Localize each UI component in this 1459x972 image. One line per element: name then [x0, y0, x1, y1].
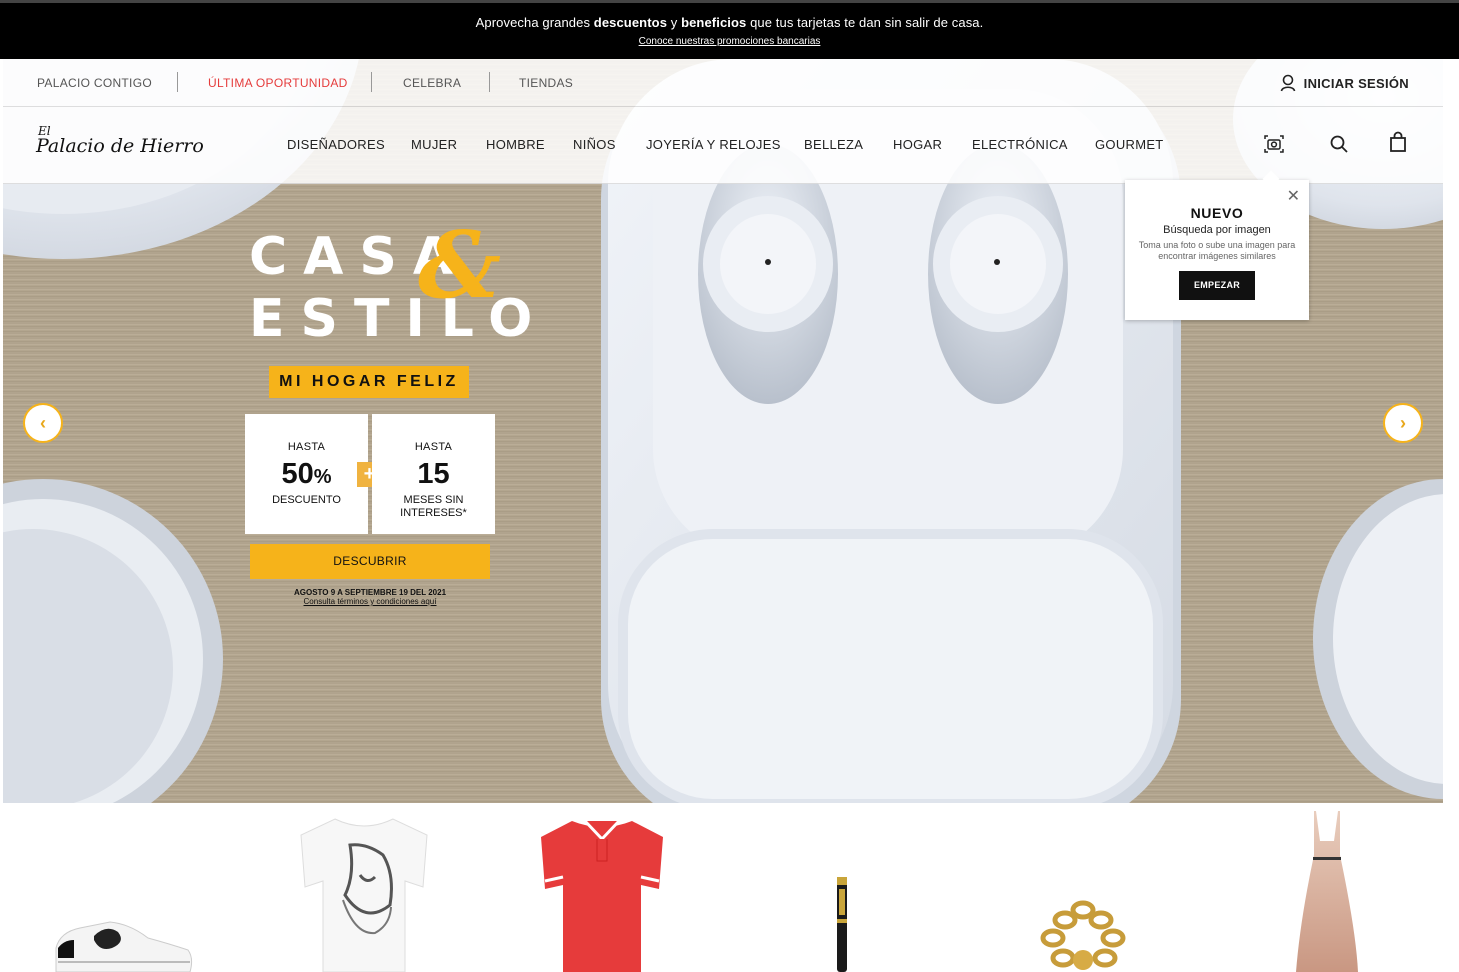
nav-hogar[interactable]: HOGAR	[893, 137, 942, 152]
popup-title: NUEVO	[1190, 205, 1244, 221]
nav-belleza[interactable]: BELLEZA	[804, 137, 863, 152]
popup-subtitle: Búsqueda por imagen	[1163, 224, 1271, 236]
camera-search-icon[interactable]	[1263, 133, 1285, 155]
product-strip	[0, 803, 1459, 972]
image-search-popup: ✕ NUEVO Búsqueda por imagen Toma una fot…	[1125, 180, 1309, 320]
product-fountain-pen[interactable]	[832, 873, 852, 972]
close-icon[interactable]: ✕	[1287, 186, 1300, 206]
popup-description: Toma una foto o sube una imagen para enc…	[1138, 240, 1296, 261]
offer-discount-label: HASTA	[287, 441, 326, 453]
util-link-celebra[interactable]: CELEBRA	[403, 76, 461, 90]
product-slip-dress[interactable]	[1296, 811, 1358, 972]
nav-electronica[interactable]: ELECTRÓNICA	[972, 137, 1068, 152]
login-button[interactable]: INICIAR SESIÓN	[1280, 74, 1409, 92]
product-sneaker[interactable]	[50, 918, 195, 972]
product-gold-chain-bracelet[interactable]	[1033, 898, 1133, 972]
start-image-search-button[interactable]: EMPEZAR	[1179, 271, 1255, 300]
utility-nav: PALACIO CONTIGO ÚLTIMA OPORTUNIDAD CELEB…	[3, 59, 1443, 107]
nav-disenadores[interactable]: DISEÑADORES	[287, 137, 385, 152]
nav-hombre[interactable]: HOMBRE	[486, 137, 545, 152]
offer-msi-caption: MESES SIN INTERESES*	[400, 494, 467, 519]
user-icon	[1280, 74, 1295, 92]
nav-mujer[interactable]: MUJER	[411, 137, 457, 152]
promo-text: Aprovecha grandes descuentos y beneficio…	[475, 15, 984, 30]
brand-logo[interactable]: El Palacio de Hierro	[36, 125, 204, 156]
product-printed-tshirt[interactable]	[295, 815, 433, 972]
shopping-bag-icon[interactable]	[1387, 131, 1409, 153]
offer-msi-box: HASTA 15 MESES SIN INTERESES*	[372, 414, 495, 534]
product-red-polo[interactable]	[537, 815, 667, 972]
login-label: INICIAR SESIÓN	[1303, 75, 1409, 91]
offer-msi-label: HASTA	[414, 441, 453, 453]
chevron-left-icon: ‹	[40, 413, 46, 433]
terms-link[interactable]: Consulta términos y condiciones aquí	[250, 597, 490, 606]
campaign-dates: AGOSTO 9 A SEPTIEMBRE 19 DEL 2021	[293, 588, 447, 597]
main-nav: El Palacio de Hierro DISEÑADORES MUJER H…	[3, 107, 1443, 184]
util-divider	[489, 72, 490, 92]
offer-discount-caption: DESCUENTO	[272, 494, 341, 506]
util-link-palacio-contigo[interactable]: PALACIO CONTIGO	[37, 76, 152, 90]
bank-promos-link[interactable]: Conoce nuestras promociones bancarias	[0, 36, 1459, 47]
offer-discount-box: HASTA 50% DESCUENTO	[245, 414, 368, 534]
promo-banner: Aprovecha grandes descuentos y beneficio…	[0, 0, 1459, 59]
discover-button[interactable]: DESCUBRIR	[250, 544, 490, 579]
util-divider	[371, 72, 372, 92]
util-divider	[177, 72, 178, 92]
util-link-tiendas[interactable]: TIENDAS	[519, 76, 573, 90]
offer-discount-value: 50%	[281, 458, 332, 490]
util-link-ultima-oportunidad[interactable]: ÚLTIMA OPORTUNIDAD	[208, 76, 348, 90]
nav-gourmet[interactable]: GOURMET	[1095, 137, 1164, 152]
offer-msi-value: 15	[417, 458, 450, 490]
carousel-prev-button[interactable]: ‹	[23, 403, 63, 443]
hero-title-line2: ESTILO	[249, 289, 549, 349]
nav-joyeria-relojes[interactable]: JOYERÍA Y RELOJES	[646, 137, 781, 152]
chevron-right-icon: ›	[1400, 413, 1406, 433]
hero-tagline: MI HOGAR FELIZ	[269, 366, 469, 398]
search-icon[interactable]	[1328, 133, 1350, 155]
carousel-next-button[interactable]: ›	[1383, 403, 1423, 443]
nav-ninos[interactable]: NIÑOS	[573, 137, 616, 152]
